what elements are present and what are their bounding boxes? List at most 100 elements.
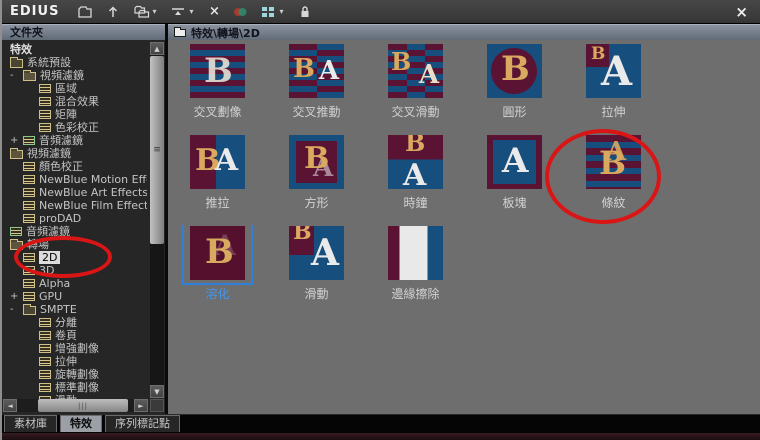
- tree-label: SMPTE: [40, 303, 77, 316]
- effect-thumbnail: B: [487, 44, 542, 98]
- tree-expander[interactable]: -: [10, 303, 23, 316]
- effect-item-cross-wipe[interactable]: B 交叉劃像: [168, 42, 267, 133]
- audio-filter-icon: [23, 136, 35, 145]
- tree-item[interactable]: 顏色校正: [2, 160, 165, 173]
- tree-label: 卷頁: [55, 329, 77, 342]
- tree-vertical-scrollbar[interactable]: ▲ ≡ ▼: [150, 42, 164, 398]
- tree-expander[interactable]: +: [10, 134, 23, 147]
- tree-item[interactable]: - SMPTE: [2, 303, 165, 316]
- chevron-down-icon[interactable]: ▾: [152, 7, 160, 16]
- vertical-scroll-thumb[interactable]: ≡: [150, 56, 164, 244]
- tree-item-transitions[interactable]: 轉場: [2, 238, 165, 251]
- new-folder-icon[interactable]: [75, 3, 95, 21]
- tree-label: 系統預設: [27, 56, 71, 69]
- tree-item[interactable]: 旋轉劃像: [2, 368, 165, 381]
- tree-label: 視頻濾鏡: [40, 69, 84, 82]
- tree-expander[interactable]: +: [10, 290, 23, 303]
- thumb-letter: B: [501, 52, 530, 86]
- effect-item-edge-wipe[interactable]: 邊緣擦除: [366, 224, 465, 315]
- effect-label-selected: 溶化: [205, 285, 229, 302]
- lock-icon[interactable]: [295, 3, 315, 21]
- horizontal-scroll-thumb[interactable]: |||: [38, 399, 128, 412]
- tree-horizontal-scrollbar[interactable]: ◄ ||| ►: [3, 399, 148, 412]
- effect-label: 圓形: [502, 103, 526, 120]
- effect-icon: [23, 266, 35, 275]
- tree-item[interactable]: - 視頻濾鏡: [2, 69, 165, 82]
- effect-thumbnail: BA: [586, 44, 641, 98]
- tree-item[interactable]: 系統預設: [2, 56, 165, 69]
- tree-item[interactable]: 視頻濾鏡: [2, 147, 165, 160]
- effect-icon: [23, 292, 35, 301]
- tree-item[interactable]: Alpha: [2, 277, 165, 290]
- tree-item[interactable]: + GPU: [2, 290, 165, 303]
- tab-effects[interactable]: 特效: [60, 415, 102, 432]
- chevron-down-icon[interactable]: ▾: [189, 7, 197, 16]
- folder-up-icon[interactable]: [103, 3, 123, 21]
- tree-item[interactable]: 3D: [2, 264, 165, 277]
- scroll-down-icon[interactable]: ▼: [150, 385, 164, 398]
- tree-item[interactable]: NewBlue Motion Effects EDI: [2, 173, 165, 186]
- thumb-letter: B: [205, 235, 234, 269]
- view-mode-icon[interactable]: [258, 3, 278, 21]
- edius-palette-window: EDIUS ▾ ▾ × ▾ × 文件夾 特效 系統: [0, 0, 760, 440]
- default-transition-icon[interactable]: [168, 3, 188, 21]
- effect-item-circle[interactable]: B 圓形: [465, 42, 564, 133]
- tree-label: NewBlue Film Effects EDIUS: [39, 199, 147, 212]
- effect-item-cross-push[interactable]: BA 交叉推動: [267, 42, 366, 133]
- effect-item-dissolve-selected[interactable]: AB 溶化: [168, 224, 267, 315]
- scroll-up-icon[interactable]: ▲: [150, 42, 164, 55]
- delete-icon[interactable]: ×: [206, 4, 222, 19]
- audio-filter-icon: [10, 227, 22, 236]
- tree-item[interactable]: 混合效果: [2, 95, 165, 108]
- effect-icon: [39, 344, 51, 353]
- close-icon[interactable]: ×: [735, 3, 748, 21]
- effect-item-stretch[interactable]: BA 拉伸: [564, 42, 663, 133]
- folder-open-icon: [10, 241, 23, 250]
- tree-item[interactable]: 標準劃像: [2, 381, 165, 394]
- tree-item-2d-selected[interactable]: 2D: [2, 251, 165, 264]
- tree-item[interactable]: 拉伸: [2, 355, 165, 368]
- tree-item[interactable]: 增強劃像: [2, 342, 165, 355]
- effect-thumbnail: AB: [289, 135, 344, 189]
- tree-item[interactable]: 卷頁: [2, 329, 165, 342]
- tree-expander[interactable]: -: [10, 69, 23, 82]
- effect-label: 板塊: [502, 194, 526, 211]
- scroll-left-icon[interactable]: ◄: [3, 399, 17, 412]
- effect-item-cross-slide[interactable]: BA 交叉滑動: [366, 42, 465, 133]
- tab-source-bin[interactable]: 素材庫: [4, 415, 57, 432]
- effect-item-stripes[interactable]: AB 條紋: [564, 133, 663, 224]
- effect-item-clock[interactable]: BA 時鐘: [366, 133, 465, 224]
- effect-item-slide[interactable]: BA 滑動: [267, 224, 366, 315]
- scroll-right-icon[interactable]: ►: [134, 399, 148, 412]
- tree-item[interactable]: NewBlue Art Effects EDIUS 5: [2, 186, 165, 199]
- thumb-letter: A: [403, 161, 426, 189]
- folder-panel: 文件夾 特效 系統預設 -視頻濾鏡 區域 混合效果 矩陣 色彩校正 +音頻濾鏡 …: [2, 24, 165, 414]
- tree-item-effects-root[interactable]: 特效: [2, 43, 165, 56]
- effect-item-push-pull[interactable]: BA 推拉: [168, 133, 267, 224]
- effect-thumbnail: BA: [190, 135, 245, 189]
- main-area: 文件夾 特效 系統預設 -視頻濾鏡 區域 混合效果 矩陣 色彩校正 +音頻濾鏡 …: [2, 24, 760, 414]
- effect-item-square[interactable]: AB 方形: [267, 133, 366, 224]
- chevron-down-icon[interactable]: ▾: [279, 7, 287, 16]
- effect-thumbnail: AB: [190, 226, 245, 280]
- thumb-letter: B: [304, 144, 329, 174]
- tree-item[interactable]: 色彩校正: [2, 121, 165, 134]
- tree-item[interactable]: 區域: [2, 82, 165, 95]
- effect-icon: [23, 253, 35, 262]
- tree-item[interactable]: NewBlue Film Effects EDIUS: [2, 199, 165, 212]
- thumb-letter: A: [215, 146, 238, 176]
- tree-label: GPU: [39, 290, 62, 303]
- tab-sequence-markers[interactable]: 序列標記點: [105, 415, 180, 432]
- effect-icon: [23, 188, 35, 197]
- tree-item[interactable]: 音頻濾鏡: [2, 225, 165, 238]
- effect-item-block[interactable]: A 板塊: [465, 133, 564, 224]
- tree-item[interactable]: 矩陣: [2, 108, 165, 121]
- copy-folder-icon[interactable]: [131, 3, 151, 21]
- tree-item[interactable]: 分離: [2, 316, 165, 329]
- tree-item[interactable]: proDAD: [2, 212, 165, 225]
- effect-view-icon[interactable]: [230, 3, 250, 21]
- effect-thumbnail: B: [190, 44, 245, 98]
- effect-icon: [23, 214, 35, 223]
- window-bottom-edge: [2, 433, 760, 440]
- tree-item[interactable]: +音頻濾鏡: [2, 134, 165, 147]
